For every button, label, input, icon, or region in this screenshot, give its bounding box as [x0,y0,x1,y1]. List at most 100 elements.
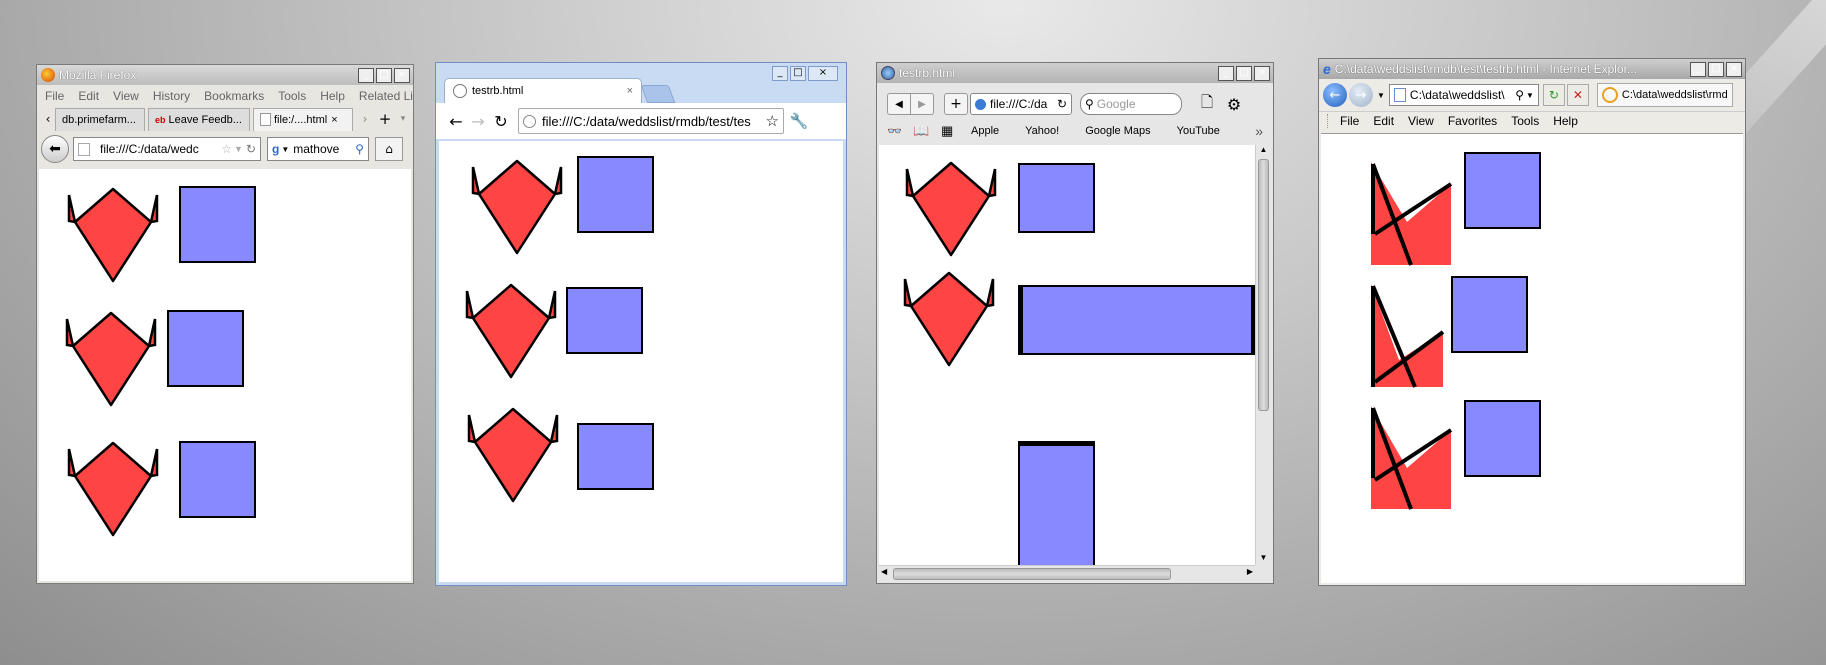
menu-help[interactable]: Help [320,89,345,103]
add-bookmark-button[interactable]: + [944,93,968,115]
menu-file[interactable]: File [1340,114,1359,128]
menu-tools[interactable]: Tools [1511,114,1539,128]
url-text: file:///C:/data/weddslist/rmdb/test/tes [542,113,751,129]
settings-gear-icon[interactable]: ⚙ [1222,95,1246,114]
menu-tools[interactable]: Tools [278,89,306,103]
refresh-button[interactable]: ↻ [1542,84,1565,106]
scroll-thumb[interactable] [1258,159,1269,411]
url-bar[interactable]: file:///C:/da ↻ [970,93,1072,115]
tab-list-icon[interactable]: ▾ [396,114,410,124]
maximize-button[interactable]: □ [376,67,392,83]
bookmark-youtube[interactable]: YouTube [1177,125,1220,137]
menu-bookmarks[interactable]: Bookmarks [204,89,264,103]
reload-icon[interactable]: ↻ [246,142,256,156]
search-box[interactable]: ⚲ Google [1080,93,1182,115]
page-icon [523,114,536,128]
window-title: Mozilla Firefox [59,68,137,82]
close-button[interactable]: × [1726,61,1742,77]
search-box[interactable]: g ▼ mathove ⚲ [267,137,369,161]
dropdown-icon[interactable]: ▼ [234,144,243,154]
menu-edit[interactable]: Edit [1373,114,1394,128]
nav-toolbar: ◀ ▶ + file:///C:/da ↻ ⚲ Google 🗋 ⚙ [877,91,1273,117]
blue-square-1 [577,156,654,233]
bookmarks-bar: 👓 📖 ▦ Apple Yahoo! Google Maps YouTube » [877,119,1273,143]
grid-icon[interactable]: ▦ [941,123,971,139]
back-button[interactable]: ◀ [887,93,911,115]
close-button[interactable]: × [1254,65,1270,81]
blue-square-1 [1464,152,1541,229]
scroll-up-icon[interactable]: ▲ [1256,145,1271,157]
url-bar[interactable]: C:\data\weddslist\ ⚲ ▼ [1388,84,1539,106]
tab-close-icon[interactable]: × [627,85,633,97]
ie-tab[interactable]: C:\data\weddslist\rmd... [1596,83,1733,107]
reading-glasses-icon[interactable]: 👓 [887,124,913,138]
bookmark-google-maps[interactable]: Google Maps [1085,125,1150,137]
back-button[interactable]: ← [446,112,466,131]
window-title: testrb.html [899,66,956,80]
url-bar[interactable]: file:///C:/data/wedc ☆ ▼ ↻ [73,137,261,161]
dropdown-icon[interactable]: ▼ [1526,91,1534,100]
search-icon[interactable]: ⚲ [355,142,364,156]
bookmark-yahoo[interactable]: Yahoo! [1025,125,1059,137]
menu-file[interactable]: File [45,89,64,103]
page-content [39,169,411,581]
scroll-down-icon[interactable]: ▼ [1256,553,1271,565]
tab-current-file[interactable]: file:/....html × [253,107,353,131]
forward-button[interactable]: ▶ [911,93,934,115]
search-icon[interactable]: ⚲ [1515,88,1524,102]
bookmark-apple[interactable]: Apple [971,125,999,137]
wrench-icon[interactable]: 🔧 [784,112,814,130]
tab-scroll-left-icon[interactable]: ‹ [41,112,55,126]
tab-testrb[interactable]: testrb.html × [444,78,642,103]
menu-history[interactable]: History [153,89,190,103]
safari-logo-icon [881,66,895,80]
blue-square-3 [577,423,654,490]
menu-edit[interactable]: Edit [78,89,99,103]
maximize-button[interactable]: □ [1236,65,1252,81]
back-button[interactable]: ⬅ [41,135,69,163]
minimize-button[interactable]: _ [358,67,374,83]
url-bar[interactable]: file:///C:/data/weddslist/rmdb/test/tes … [518,108,784,134]
horizontal-scrollbar[interactable]: ◀ ▶ [879,565,1255,581]
page-menu-icon[interactable]: 🗋 [1192,92,1222,117]
chrome-window: _ □ × testrb.html × ← → ↻ file:///C:/dat… [435,62,847,586]
bookmark-star-icon[interactable]: ☆ [766,112,779,130]
scroll-left-icon[interactable]: ◀ [881,567,887,576]
menu-favorites[interactable]: Favorites [1448,114,1497,128]
back-button[interactable]: ← [1323,83,1347,107]
maximize-button[interactable]: □ [1708,61,1724,77]
reload-button[interactable]: ↻ [490,112,512,131]
red-shape-2 [465,283,557,379]
history-dropdown-icon[interactable]: ▼ [1377,91,1385,100]
new-tab-button[interactable] [640,85,676,103]
search-text: mathove [293,142,340,156]
dropdown-icon[interactable]: ▼ [281,145,289,154]
home-button[interactable]: ⌂ [375,137,403,161]
scroll-thumb[interactable] [893,568,1171,580]
bookmark-star-icon[interactable]: ☆ [221,142,232,156]
menu-help[interactable]: Help [1553,114,1578,128]
scroll-right-icon[interactable]: ▶ [1247,567,1253,576]
tab-close-icon[interactable]: × [331,114,337,126]
menu-related-links[interactable]: Related Links [359,89,413,103]
menu-view[interactable]: View [113,89,139,103]
tab-label: file:/....html [274,113,328,126]
vertical-scrollbar[interactable]: ▲ ▼ [1255,145,1271,565]
search-icon: ⚲ [1085,97,1094,111]
firefox-window: Mozilla Firefox _ □ × File Edit View His… [36,64,414,584]
book-icon[interactable]: 📖 [913,123,941,139]
more-bookmarks-icon[interactable]: » [1255,123,1263,139]
tab-leave-feedback[interactable]: eb Leave Feedb... [148,107,250,131]
stop-button[interactable]: ✕ [1566,84,1589,106]
minimize-button[interactable]: _ [1218,65,1234,81]
forward-button[interactable]: → [466,112,490,131]
reload-icon[interactable]: ↻ [1057,97,1067,111]
tab-scroll-right-icon[interactable]: › [356,112,374,126]
minimize-button[interactable]: _ [1690,61,1706,77]
menu-view[interactable]: View [1408,114,1434,128]
close-button[interactable]: × [394,67,410,83]
forward-button[interactable]: → [1349,83,1373,107]
blue-square-2 [1451,276,1528,353]
new-tab-icon[interactable]: + [374,110,396,128]
tab-primefarm[interactable]: db.primefarm... [55,107,145,131]
